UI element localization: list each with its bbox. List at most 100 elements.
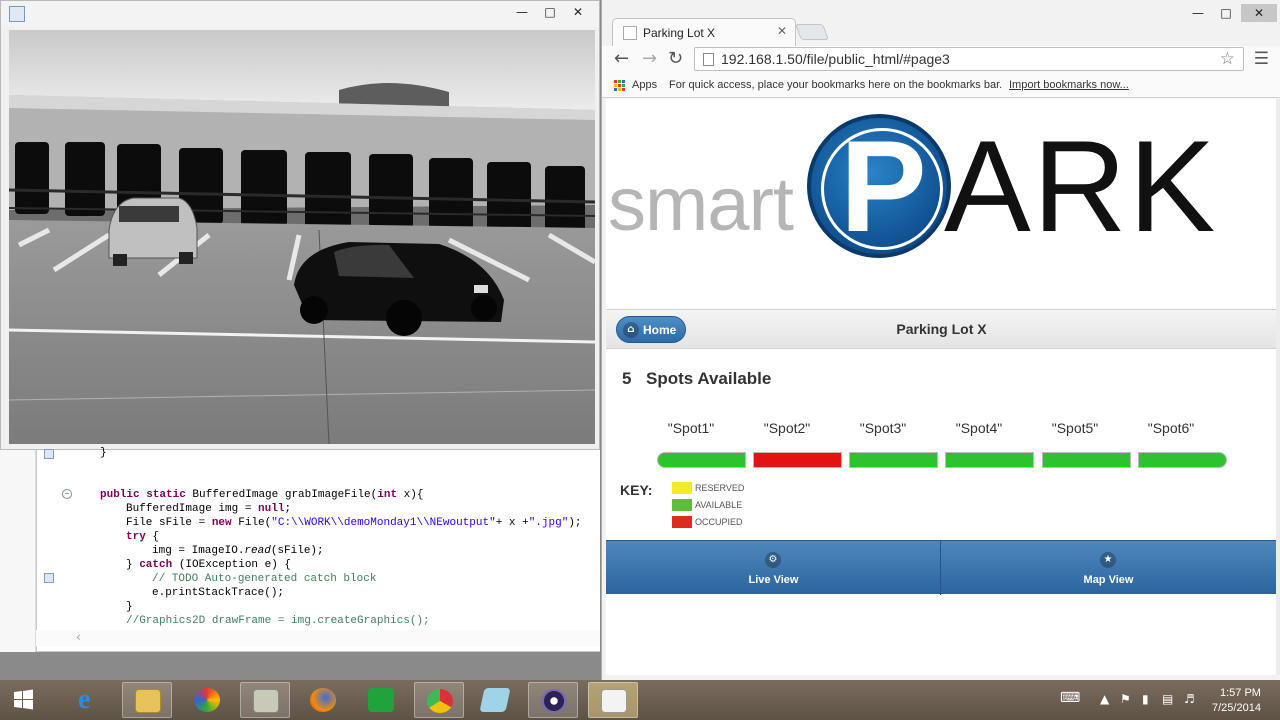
live-view-label: Live View [748,574,799,586]
logo-p-letter: P [840,113,927,259]
chrome-window: Parking Lot X ✕ — □ ✕ ← → ↻ 192.168.1.50… [601,0,1280,680]
code-line: BufferedImage img = null; [126,503,292,515]
java-camera-window: — □ ✕ [0,0,600,450]
footer-navbar: ⚙ Live View ★ Map View [606,540,1277,595]
map-view-label: Map View [1083,574,1134,586]
forward-icon[interactable]: → [642,48,657,70]
spot-status-bar [657,452,746,468]
address-bar[interactable]: 192.168.1.50/file/public_html/#page3 ☆ [694,47,1244,71]
chrome-icon [427,689,453,713]
logo-ark-text: ARK [944,113,1218,259]
taskbar-file-explorer[interactable] [122,682,172,718]
windows-taskbar: e ⌨ ▲ ⚑ ▮ ▤ ♬ 1:57 PM 7/25/2014 [0,680,1280,720]
fold-marker-icon[interactable] [44,449,54,459]
key-swatch-reserved [672,482,692,494]
code-line: img = ImageIO.read(sFile); [152,545,324,557]
smartpark-logo: smart P ARK [606,99,1277,309]
map-view-button[interactable]: ★ Map View [941,541,1276,595]
spot-status-bar [1042,452,1131,468]
code-comment: // TODO Auto-generated catch block [152,573,377,585]
maximize-icon[interactable]: □ [1213,4,1239,22]
taskbar-firefox[interactable] [298,682,348,718]
action-center-icon[interactable]: ⚑ [1120,692,1131,706]
code-line: public static BufferedImage grabImageFil… [100,489,424,501]
back-icon[interactable]: ← [614,48,629,70]
bookmark-star-icon[interactable]: ☆ [1220,49,1235,69]
apps-grid-icon[interactable] [614,80,626,92]
vertical-scrollbar[interactable] [1276,99,1280,675]
logo-smart-text: smart [608,162,794,247]
tab-parking-lot[interactable]: Parking Lot X ✕ [612,18,796,46]
editor-gutter [0,450,36,652]
key-swatch-available [672,499,692,511]
spot-label: "Spot6" [1147,420,1195,436]
internet-explorer-icon: e [78,684,91,715]
close-icon[interactable]: ✕ [1241,4,1277,22]
battery-icon[interactable]: ▮ [1142,692,1149,706]
page-header: ⌂ Home Parking Lot X [606,309,1277,349]
taskbar-java[interactable] [588,682,638,718]
keyboard-icon[interactable]: ⌨ [1060,690,1080,706]
taskbar-store[interactable] [356,682,406,718]
key-text-reserved: RESERVED [695,483,745,493]
taskbar-notes-app[interactable] [470,682,520,718]
taskbar-internet-explorer[interactable]: e [66,682,116,718]
horizontal-scrollbar[interactable]: ‹ [36,630,600,646]
gear-icon: ⚙ [765,552,781,568]
spot-status-bar [849,452,938,468]
live-view-button[interactable]: ⚙ Live View [606,541,941,595]
spot-label: "Spot3" [859,420,907,436]
code-line: } [126,601,133,613]
java-icon [601,689,627,713]
taskbar-chrome[interactable] [414,682,464,718]
bookmarks-hint: For quick access, place your bookmarks h… [669,79,1003,91]
network-icon[interactable]: ▤ [1162,692,1173,706]
key-swatch-occupied [672,516,692,528]
spot-label: "Spot2" [763,420,811,436]
spots-available-count: 5 [622,369,632,388]
new-tab-button[interactable] [795,24,829,40]
firefox-icon [310,688,336,712]
minimize-icon[interactable]: — [509,3,535,21]
spots-available-label: Spots Available [646,369,772,388]
spot-label: "Spot1" [667,420,715,436]
collapse-icon[interactable]: − [62,489,72,499]
page-icon [703,53,714,66]
code-line: } [100,447,107,459]
taskbar-tool-app[interactable] [240,682,290,718]
reload-icon[interactable]: ↻ [668,48,683,70]
spot-status-bar [945,452,1034,468]
show-hidden-icons-icon[interactable]: ▲ [1100,692,1109,706]
start-button[interactable] [0,680,48,720]
windows-logo-icon [14,689,33,710]
task-marker-icon[interactable] [44,573,54,583]
star-icon: ★ [1100,552,1116,568]
chrome-menu-icon[interactable]: ☰ [1254,49,1269,69]
taskbar-eclipse[interactable] [528,682,578,718]
spot-label: "Spot5" [1051,420,1099,436]
bookmarks-bar: Apps For quick access, place your bookma… [602,74,1280,98]
maximize-icon[interactable]: □ [537,3,563,21]
url-text[interactable]: 192.168.1.50/file/public_html/#page3 [721,51,950,67]
page-title: Parking Lot X [896,321,987,337]
java-window-icon [9,6,25,22]
folder-icon [135,689,161,713]
code-line: e.printStackTrace(); [152,587,285,599]
minimize-icon[interactable]: — [1185,4,1211,22]
tab-strip: Parking Lot X ✕ — □ ✕ [602,0,1280,46]
volume-icon[interactable]: ♬ [1184,692,1195,706]
spot-label: "Spot4" [955,420,1003,436]
tool-app-icon [253,689,279,713]
clock-date[interactable]: 7/25/2014 [1212,702,1261,714]
close-icon[interactable]: ✕ [565,3,591,21]
import-bookmarks-link[interactable]: Import bookmarks now... [1009,79,1129,91]
clock-time[interactable]: 1:57 PM [1220,687,1261,699]
tab-title: Parking Lot X [643,26,716,40]
java-window-titlebar[interactable]: — □ ✕ [1,1,599,27]
apps-link[interactable]: Apps [632,79,657,91]
key-label: KEY: [620,482,653,498]
tab-close-icon[interactable]: ✕ [777,24,787,38]
spot-status-bar [1138,452,1227,468]
taskbar-media-app[interactable] [182,682,232,718]
system-tray: ⌨ ▲ ⚑ ▮ ▤ ♬ 1:57 PM 7/25/2014 [1060,680,1280,720]
